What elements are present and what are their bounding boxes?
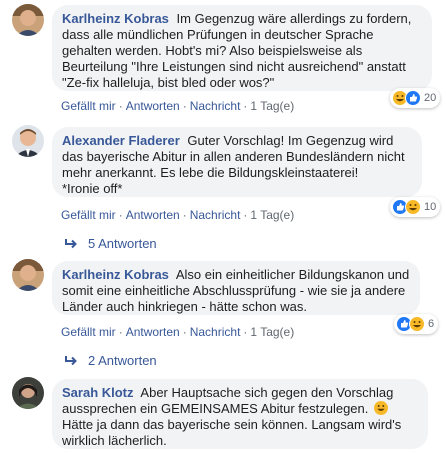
- reply-link[interactable]: Antworten: [126, 208, 180, 222]
- message-link[interactable]: Nachricht: [190, 325, 241, 339]
- avatar[interactable]: [12, 259, 44, 291]
- reaction-count: 20: [424, 92, 437, 104]
- author-name[interactable]: Sarah Klotz: [62, 385, 134, 400]
- reply-link[interactable]: Antworten: [126, 99, 180, 113]
- grinning-emoji-icon: [374, 401, 389, 415]
- view-replies-link[interactable]: 5 Antworten: [64, 236, 157, 251]
- comment-actions: Gefällt mir · Antworten · Nachricht · 1 Tag(e): [61, 325, 295, 339]
- haha-icon: [409, 316, 425, 332]
- reaction-summary[interactable]: 10: [390, 197, 441, 217]
- timestamp[interactable]: 1 Tag(e): [250, 99, 294, 113]
- comment-bubble: Sarah Klotz Aber Hauptsache sich gegen d…: [52, 379, 428, 449]
- timestamp[interactable]: 1 Tag(e): [250, 325, 294, 339]
- reaction-summary[interactable]: 6: [394, 314, 439, 334]
- reply-arrow-icon: [65, 238, 77, 248]
- replies-count[interactable]: 2 Antworten: [88, 353, 157, 368]
- comment-text-continued: Hätte ja dann das bayerische sein können…: [62, 417, 402, 448]
- message-link[interactable]: Nachricht: [190, 208, 241, 222]
- comment-text-line-2: *Ironie off*: [62, 181, 123, 196]
- comment-bubble: Alexander Fladerer Guter Vorschlag! Im G…: [52, 127, 422, 197]
- author-name[interactable]: Alexander Fladerer: [62, 133, 180, 148]
- avatar[interactable]: [12, 125, 44, 157]
- like-link[interactable]: Gefällt mir: [61, 208, 116, 222]
- reply-arrow-icon: [65, 355, 77, 365]
- like-link[interactable]: Gefällt mir: [61, 99, 116, 113]
- view-replies-link[interactable]: 2 Antworten: [64, 353, 157, 368]
- reaction-count: 10: [424, 201, 437, 213]
- timestamp[interactable]: 1 Tag(e): [250, 208, 294, 222]
- replies-count[interactable]: 5 Antworten: [88, 236, 157, 251]
- like-link[interactable]: Gefällt mir: [61, 325, 116, 339]
- author-name[interactable]: Karlheinz Kobras: [62, 11, 169, 26]
- haha-icon: [405, 199, 421, 215]
- avatar[interactable]: [12, 377, 44, 409]
- comment-actions: Gefällt mir · Antworten · Nachricht · 1 Tag(e): [61, 208, 295, 222]
- comment-bubble: Karlheinz Kobras Im Gegenzug wäre allerd…: [52, 5, 432, 91]
- reaction-summary[interactable]: 20: [390, 88, 441, 108]
- avatar[interactable]: [12, 4, 44, 36]
- author-name[interactable]: Karlheinz Kobras: [62, 267, 169, 282]
- reaction-count: 6: [428, 318, 435, 330]
- reply-link[interactable]: Antworten: [126, 325, 180, 339]
- like-icon: [405, 90, 421, 106]
- comment-bubble: Karlheinz Kobras Also ein einheitlicher …: [52, 261, 420, 315]
- comment-actions: Gefällt mir · Antworten · Nachricht · 1 Tag(e): [61, 99, 295, 113]
- message-link[interactable]: Nachricht: [190, 99, 241, 113]
